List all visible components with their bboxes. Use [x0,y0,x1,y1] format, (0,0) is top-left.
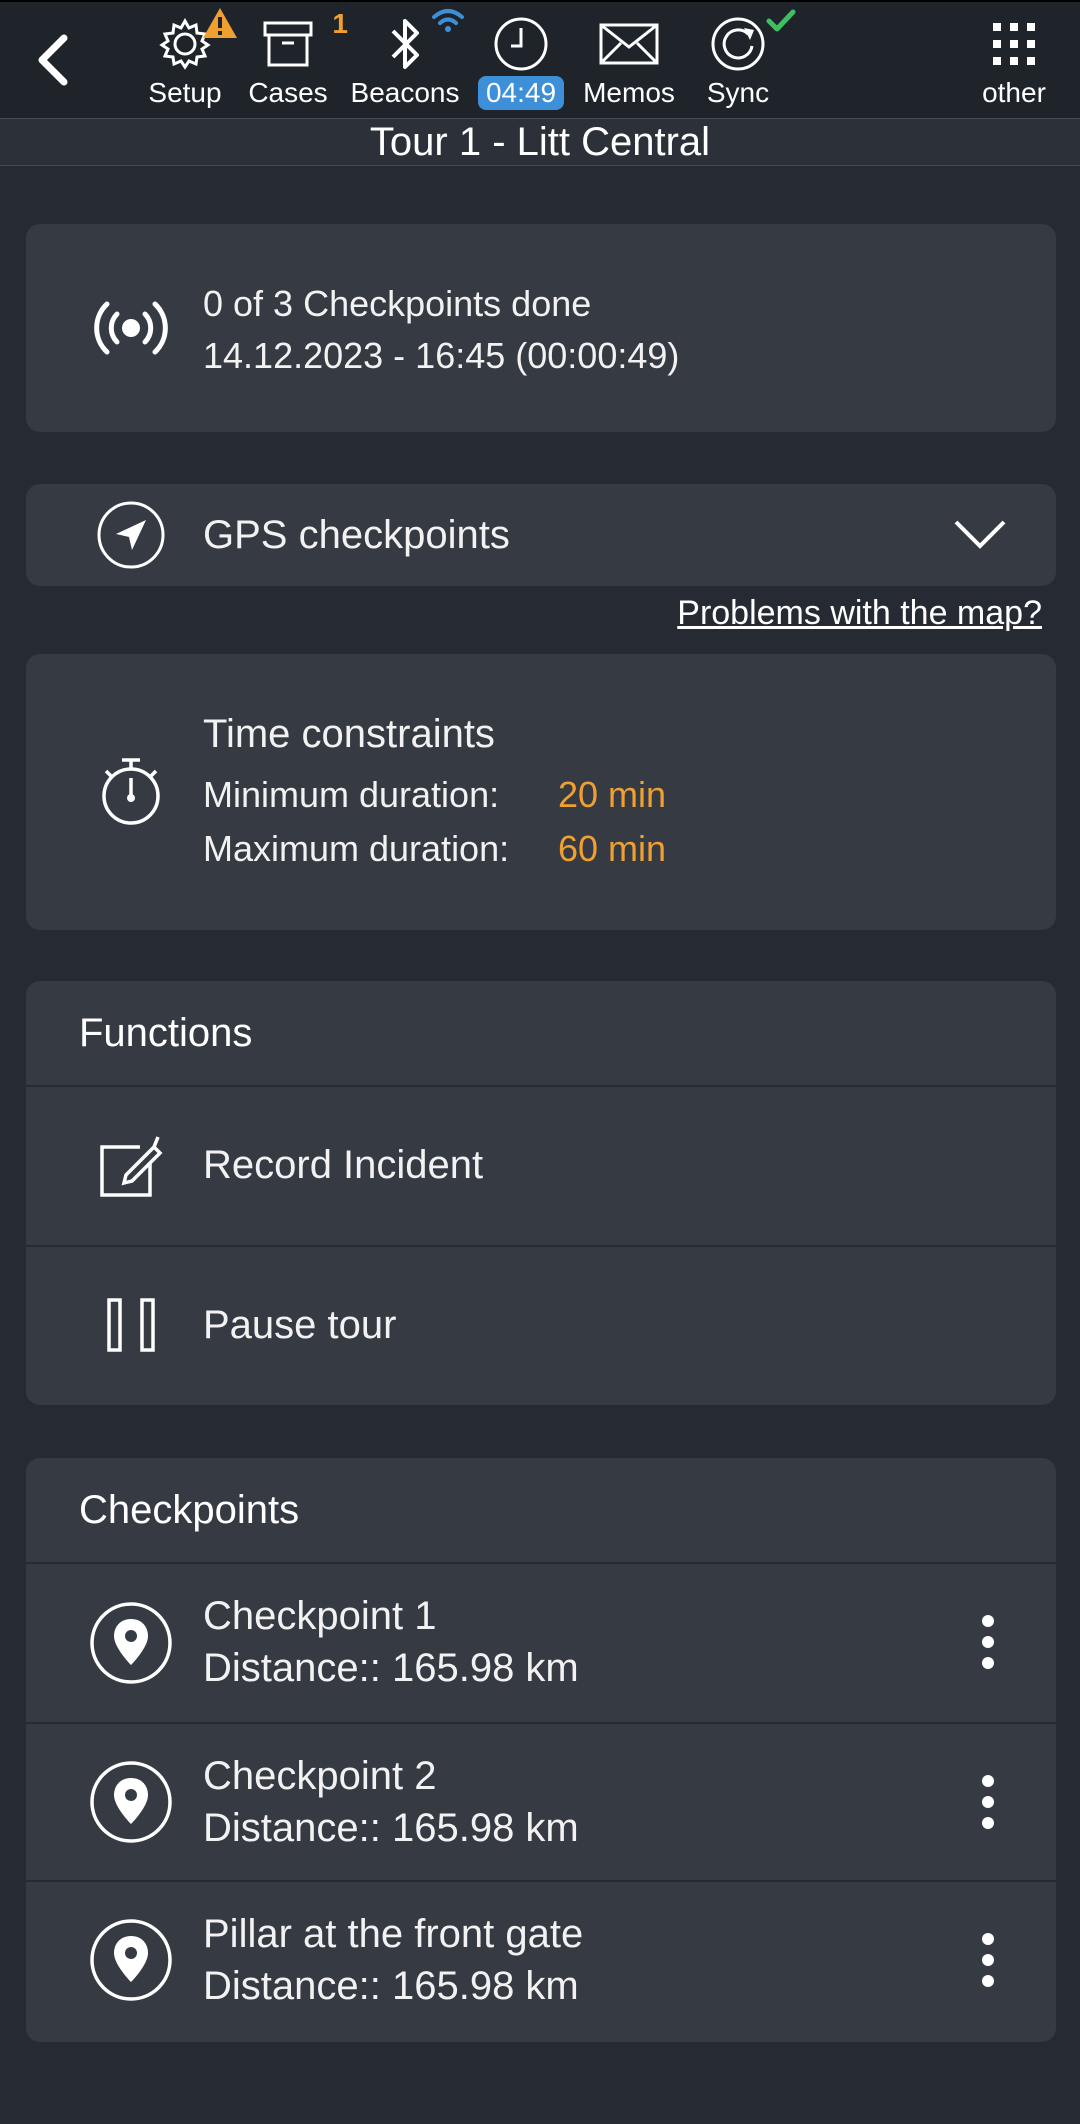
toolbar-setup[interactable]: Setup [145,8,237,114]
toolbar-cases-label: Cases [248,77,328,108]
location-pin-icon [90,1919,172,2001]
back-arrow-icon [38,34,68,86]
top-toolbar: Setup 1 Cases Beacons 04:49 Memos Sync o… [0,0,1080,118]
page-title: Tour 1 - Litt Central [0,118,1080,166]
min-duration-value: 20 min [558,774,667,815]
envelope-icon [599,23,659,65]
checkpoint-distance: Distance:: 165.98 km [203,1806,579,1850]
toolbar-other-label: other [982,77,1046,108]
max-duration-value: 60 min [558,828,667,869]
navigation-arrow-icon [97,501,165,569]
location-pin-icon [90,1761,172,1843]
checkpoint-menu-button[interactable] [968,1928,1008,1992]
more-vertical-icon [982,1933,994,1987]
checkpoints-card: Checkpoints Checkpoint 1 Distance:: 165.… [26,1458,1056,2042]
gps-checkpoints-dropdown[interactable]: GPS checkpoints [26,484,1056,586]
functions-card: Functions Record Incident Pause tour [26,981,1056,1405]
stopwatch-icon [102,758,160,825]
archive-box-icon [263,21,313,67]
toolbar-clock[interactable]: 04:49 [476,14,566,114]
record-incident-button[interactable]: Record Incident [26,1087,1056,1245]
checkpoint-name: Checkpoint 2 [203,1754,437,1798]
list-item[interactable]: Checkpoint 2 Distance:: 165.98 km [26,1722,1056,1880]
map-problems-link[interactable]: Problems with the map? [677,590,1042,636]
toolbar-setup-label: Setup [148,77,222,108]
record-incident-label: Record Incident [203,1143,484,1187]
checkpoint-name: Pillar at the front gate [203,1912,584,1956]
time-constraints-card: Time constraints Minimum duration: 20 mi… [26,654,1056,930]
cases-count-badge: 1 [332,8,348,39]
back-button[interactable] [22,24,82,96]
checkpoint-menu-button[interactable] [968,1770,1008,1834]
pause-tour-label: Pause tour [203,1303,397,1347]
toolbar-cases[interactable]: 1 Cases [248,8,348,114]
toolbar-sync-label: Sync [706,77,770,108]
checkpoint-distance: Distance:: 165.98 km [203,1964,579,2008]
list-item[interactable]: Pillar at the front gate Distance:: 165.… [26,1880,1056,2038]
clock-time-pill: 04:49 [477,76,565,110]
toolbar-memos[interactable]: Memos [578,14,680,114]
toolbar-beacons[interactable]: Beacons [350,9,464,114]
checkpoint-menu-button[interactable] [968,1610,1008,1674]
toolbar-sync[interactable]: Sync [698,9,796,114]
location-pin-icon [90,1602,172,1684]
toolbar-beacons-label: Beacons [350,77,460,108]
edit-note-icon [100,1136,163,1197]
more-vertical-icon [982,1775,994,1829]
list-item[interactable]: Checkpoint 1 Distance:: 165.98 km [26,1564,1056,1722]
warning-icon [203,8,237,38]
pause-icon [107,1298,155,1352]
check-icon [766,9,796,32]
functions-header: Functions [26,981,1056,1087]
pause-tour-button[interactable]: Pause tour [26,1245,1056,1403]
checkpoint-distance: Distance:: 165.98 km [203,1646,579,1690]
min-duration-label: Minimum duration: [203,774,500,815]
tour-status-card: 0 of 3 Checkpoints done 14.12.2023 - 16:… [26,224,1056,432]
broadcast-icon [94,301,168,355]
max-duration-label: Maximum duration: [203,828,510,869]
bluetooth-icon [391,19,419,69]
toolbar-memos-label: Memos [583,77,675,108]
grid-icon [993,23,1035,65]
time-constraints-title: Time constraints [203,712,495,756]
gps-checkpoints-label: GPS checkpoints [203,513,510,557]
toolbar-other[interactable]: other [972,14,1056,114]
checkpoint-name: Checkpoint 1 [203,1594,437,1638]
checkpoints-header: Checkpoints [26,1458,1056,1564]
clock-icon [494,17,548,71]
checkpoints-done-text: 0 of 3 Checkpoints done [203,283,592,324]
more-vertical-icon [982,1615,994,1669]
tour-datetime-text: 14.12.2023 - 16:45 (00:00:49) [203,335,680,376]
sync-icon [711,17,765,71]
chevron-down-icon [954,520,1006,549]
wifi-icon [432,9,464,32]
